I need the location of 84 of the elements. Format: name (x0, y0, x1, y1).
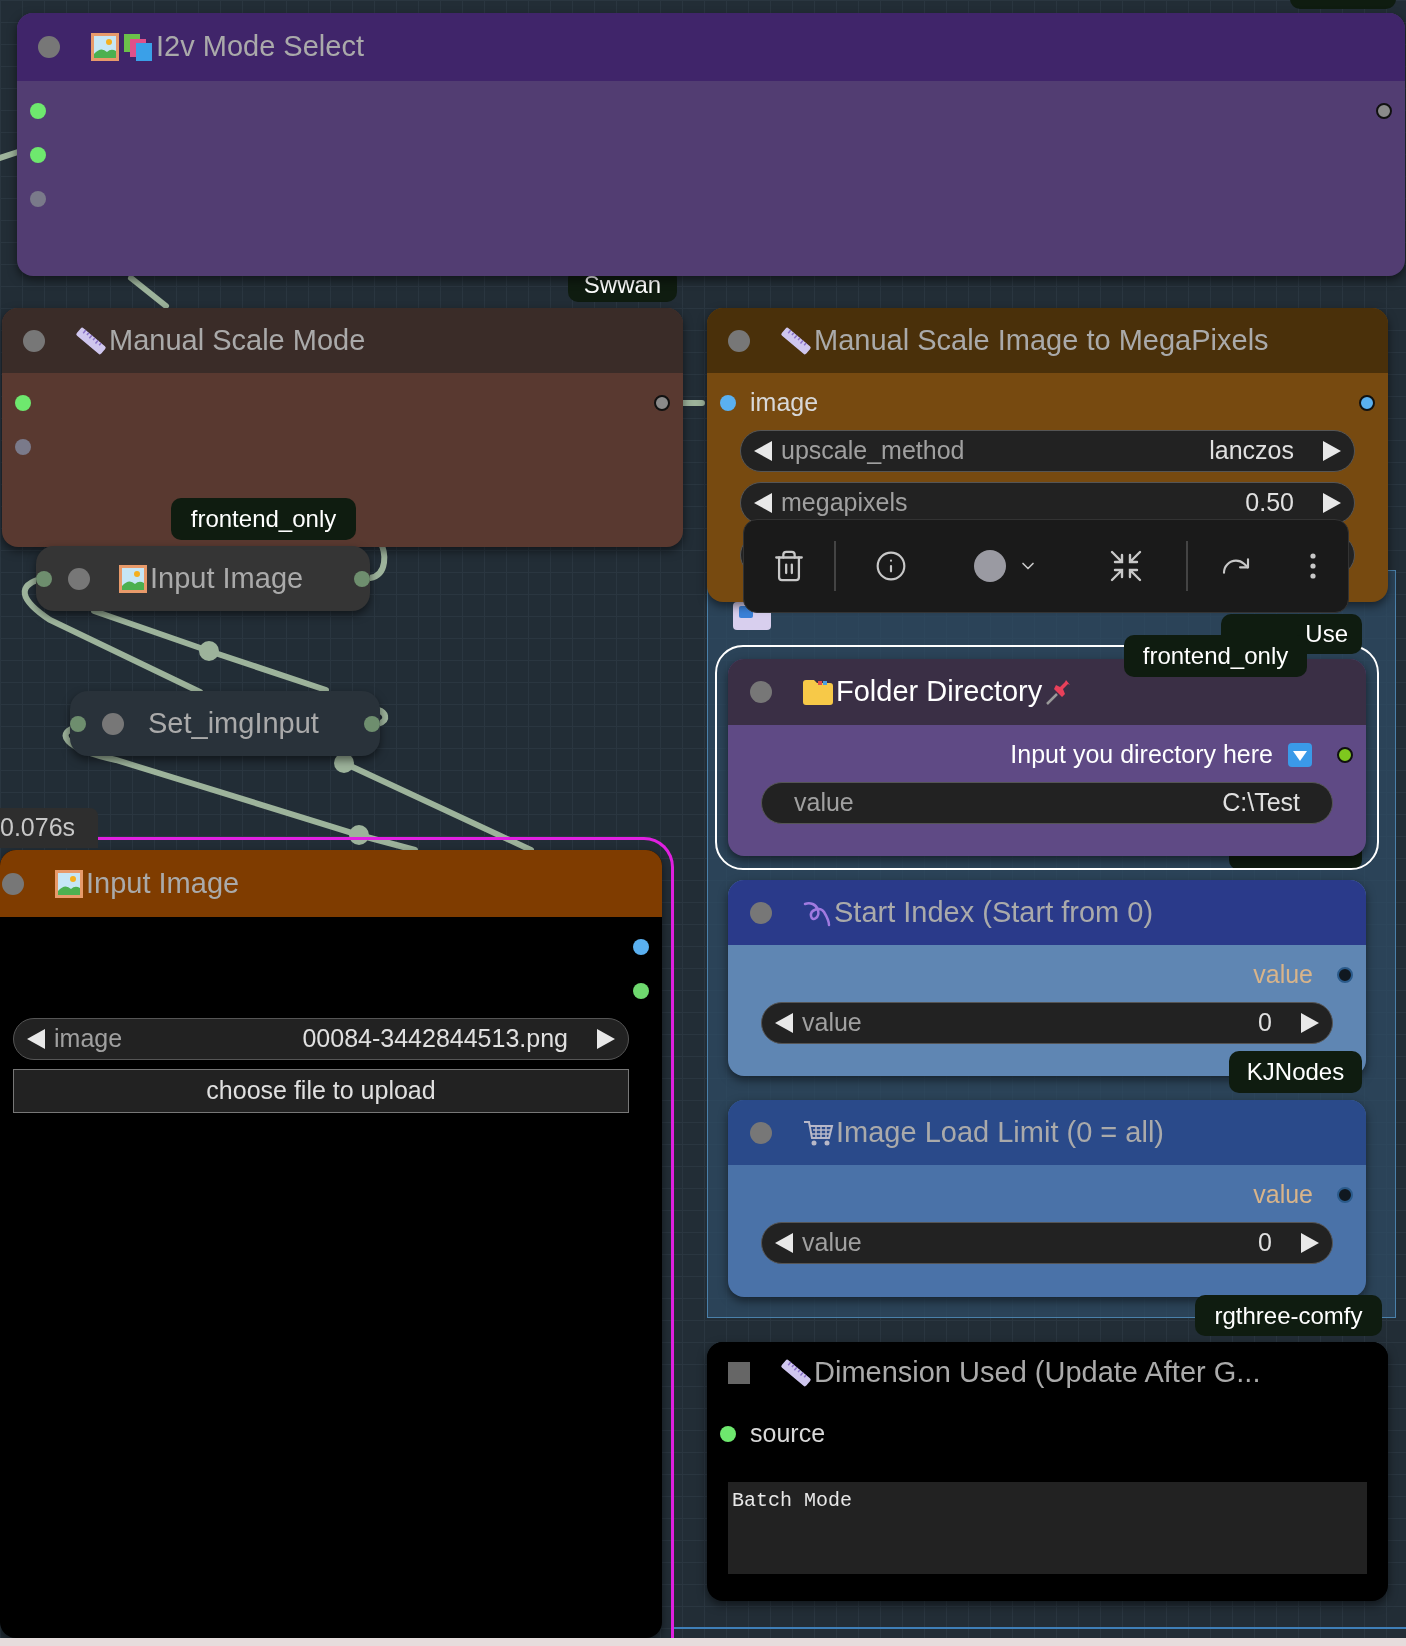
output-label: value (1253, 959, 1313, 991)
node-card[interactable]: Dimension Used (Update After G... source Batch Mode (707, 1342, 1388, 1601)
collapsed-node[interactable]: Set_imgInput (70, 691, 380, 756)
text-area[interactable]: Batch Mode (728, 1482, 1367, 1574)
connection-slot[interactable] (633, 939, 649, 955)
node-title: Image Load Limit (0 = all) (836, 1114, 1165, 1150)
collapse-toggle[interactable] (750, 1121, 772, 1144)
link-wire (128, 275, 169, 309)
node-header[interactable]: Start Index (Start from 0) (728, 880, 1366, 945)
collapse-toggle[interactable] (728, 329, 750, 352)
info-icon (875, 550, 907, 582)
left-arrow-icon[interactable] (753, 440, 773, 462)
node-header[interactable]: Input Image (0, 850, 662, 917)
trash-icon (772, 549, 806, 583)
node-source-badge: rgthree-comfy (1195, 1295, 1382, 1336)
right-arrow-icon[interactable] (596, 1028, 616, 1050)
left-arrow-icon[interactable] (26, 1028, 46, 1050)
connection-slot[interactable] (720, 1426, 736, 1442)
input-label: source (750, 1418, 826, 1450)
number-widget[interactable]: value 0 (761, 1002, 1333, 1044)
picture-frame-icon (54, 868, 84, 899)
left-arrow-icon[interactable] (753, 492, 773, 514)
number-widget[interactable]: value 0 (761, 1222, 1333, 1264)
node-title: Dimension Used (Update After G... (814, 1355, 1261, 1391)
collapse-toggle[interactable] (750, 681, 772, 703)
node-title: Manual Scale Image to MegaPixels (814, 322, 1269, 358)
left-arrow-icon[interactable] (774, 1232, 794, 1254)
node-header[interactable]: Dimension Used (Update After G... (707, 1342, 1388, 1404)
node-header[interactable]: I2v Mode Select (17, 13, 1405, 81)
right-arrow-icon[interactable] (1322, 492, 1342, 514)
node-title: Input Image (86, 865, 240, 901)
reroute-dot[interactable] (199, 641, 219, 661)
node-card[interactable]: I2v Mode Select (17, 13, 1405, 276)
connection-slot[interactable] (1359, 395, 1375, 411)
collapse-toggle[interactable] (38, 36, 60, 58)
books-icon (122, 32, 154, 62)
collapsed-node[interactable]: Input Image (36, 546, 370, 611)
input-label: image (750, 387, 819, 419)
connection-slot[interactable] (1337, 747, 1353, 763)
connection-slot[interactable] (30, 147, 46, 163)
right-arrow-icon[interactable] (1300, 1232, 1320, 1254)
upload-button[interactable]: choose file to upload (13, 1069, 629, 1113)
connection-slot[interactable] (1376, 103, 1392, 119)
node-header[interactable]: Manual Scale Image to MegaPixels (707, 308, 1388, 373)
color-swatch-icon (974, 550, 1006, 582)
left-arrow-icon[interactable] (774, 1012, 794, 1034)
node-title: Folder Directory (836, 674, 1043, 710)
combo-widget[interactable]: upscale_method lanczos (740, 430, 1355, 472)
text-widget[interactable]: value C:\Test (761, 782, 1333, 824)
collapse-toggle[interactable] (728, 1362, 750, 1384)
node-title: Set_imgInput (148, 705, 319, 741)
output-label: Input you directory here (1010, 739, 1273, 771)
node-header[interactable]: Image Load Limit (0 = all) (728, 1100, 1366, 1165)
collapse-toggle[interactable] (102, 712, 124, 735)
node-header[interactable]: Manual Scale Mode (2, 308, 683, 373)
picture-frame-icon (118, 563, 148, 594)
collapse-toggle[interactable] (750, 901, 772, 924)
connection-slot[interactable] (654, 395, 670, 411)
folder-icon (802, 678, 834, 706)
node-title: Start Index (Start from 0) (834, 894, 1154, 930)
connection-slot[interactable] (30, 103, 46, 119)
node-title: Input Image (150, 560, 304, 596)
connection-slot[interactable] (15, 395, 31, 411)
reroute-dot[interactable] (349, 825, 369, 845)
number-widget[interactable]: megapixels 0.50 (740, 482, 1355, 524)
node-title: I2v Mode Select (156, 29, 364, 65)
collapse-toggle[interactable] (2, 872, 24, 895)
node-source-badge: KJNodes (1229, 1051, 1362, 1093)
node-card[interactable]: Input Image image 00084-3442844513.png choose file to upload (0, 850, 662, 1638)
right-arrow-icon[interactable] (1300, 1012, 1320, 1034)
execution-time: 0.076s (0, 808, 98, 848)
node-source-badge: frontend_only (1124, 635, 1307, 677)
right-arrow-icon[interactable] (1322, 440, 1342, 462)
node-title: Manual Scale Mode (109, 322, 366, 358)
more-icon (1310, 553, 1316, 579)
connection-slot[interactable] (633, 983, 649, 999)
collapse-toggle[interactable] (23, 329, 45, 352)
node-source-badge: frontend_only (171, 498, 356, 540)
combo-widget[interactable]: image 00084-3442844513.png (13, 1018, 629, 1060)
node-card[interactable]: Image Load Limit (0 = all) value value 0 (728, 1100, 1366, 1297)
shrink-arrows-icon (1109, 549, 1143, 583)
picture-frame-icon (90, 32, 120, 62)
collapse-toggle[interactable] (68, 567, 90, 590)
output-label: value (1253, 1179, 1313, 1211)
